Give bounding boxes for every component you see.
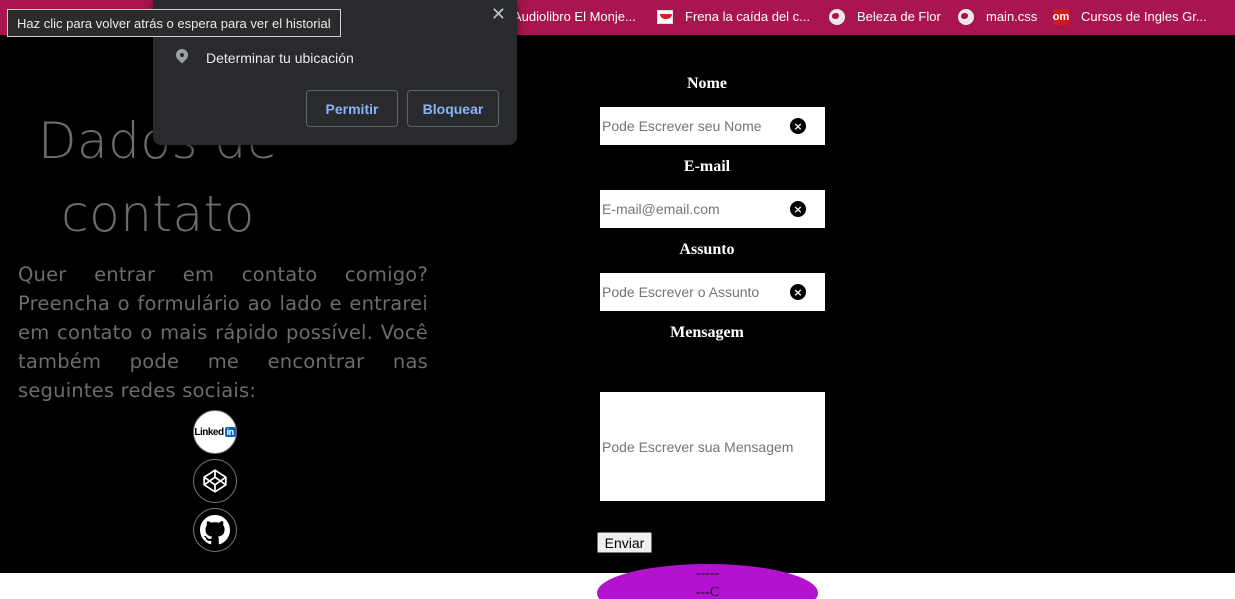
permission-request: Determinar tu ubicación xyxy=(175,49,354,67)
clear-icon[interactable]: × xyxy=(790,201,806,217)
blob-text: ----- xyxy=(695,566,720,581)
name-placeholder: Pode Escrever seu Nome xyxy=(602,118,762,134)
subject-label: Assunto xyxy=(679,241,735,258)
bookmark-main-css[interactable]: main.css xyxy=(958,0,1037,33)
frena-favicon-icon xyxy=(657,9,673,25)
bookmark-cursos-ingles[interactable]: om Cursos de Ingles Gr... xyxy=(1052,0,1207,33)
permission-text: Determinar tu ubicación xyxy=(206,50,354,66)
bookmark-label: Frena la caída del c... xyxy=(685,9,811,24)
linkedin-icon: Linked in xyxy=(194,426,236,438)
clear-icon[interactable]: × xyxy=(790,284,806,300)
github-icon xyxy=(200,515,230,545)
message-label: Mensagem xyxy=(670,324,744,341)
social-links: Linked in xyxy=(193,410,237,557)
location-pin-icon xyxy=(175,49,189,67)
message-placeholder: Pode Escrever sua Mensagem xyxy=(602,438,794,455)
bookmark-label: Cursos de Ingles Gr... xyxy=(1081,9,1207,24)
name-field[interactable]: Pode Escrever seu Nome × xyxy=(600,107,825,145)
bookmark-beleza-de-flor[interactable]: Beleza de Flor xyxy=(829,0,941,33)
codepen-icon xyxy=(203,469,227,493)
om-favicon-icon: om xyxy=(1052,8,1070,25)
email-field[interactable]: E-mail@email.com × xyxy=(600,190,825,228)
bookmark-label: main.css xyxy=(986,9,1038,24)
close-icon[interactable]: ✕ xyxy=(491,4,506,24)
message-textarea[interactable]: Pode Escrever sua Mensagem xyxy=(600,392,825,501)
back-button-tooltip: Haz clic para volver atrás o espera para… xyxy=(7,9,341,37)
subject-placeholder: Pode Escrever o Assunto xyxy=(602,284,760,300)
clear-icon[interactable]: × xyxy=(790,118,806,134)
intro-text: Quer entrar em contato comigo?Preencha o… xyxy=(18,263,428,402)
allow-button[interactable]: Permitir xyxy=(306,90,398,127)
codepen-link[interactable] xyxy=(193,459,237,503)
email-placeholder: E-mail@email.com xyxy=(602,201,720,217)
bookmark-label: Audiolibro El Monje... xyxy=(513,9,636,24)
email-label: E-mail xyxy=(683,158,731,175)
linkedin-link[interactable]: Linked in xyxy=(193,410,237,454)
globe-icon xyxy=(829,8,845,25)
title-line: contato xyxy=(61,185,255,243)
blob-text: ---C xyxy=(695,585,720,599)
block-button[interactable]: Bloquear xyxy=(407,90,499,127)
bookmark-label: Beleza de Flor xyxy=(857,9,941,24)
name-label: Nome xyxy=(687,75,727,92)
github-link[interactable] xyxy=(193,508,237,552)
bookmark-frena[interactable]: Frena la caída del c... xyxy=(657,0,810,33)
globe-icon xyxy=(958,8,974,25)
submit-button[interactable]: Enviar xyxy=(597,532,652,553)
bookmark-audiolibro[interactable]: Audiolibro El Monje... xyxy=(513,0,636,33)
subject-field[interactable]: Pode Escrever o Assunto × xyxy=(600,273,825,311)
decorative-blob: ----- ---C ---- xyxy=(597,564,818,599)
